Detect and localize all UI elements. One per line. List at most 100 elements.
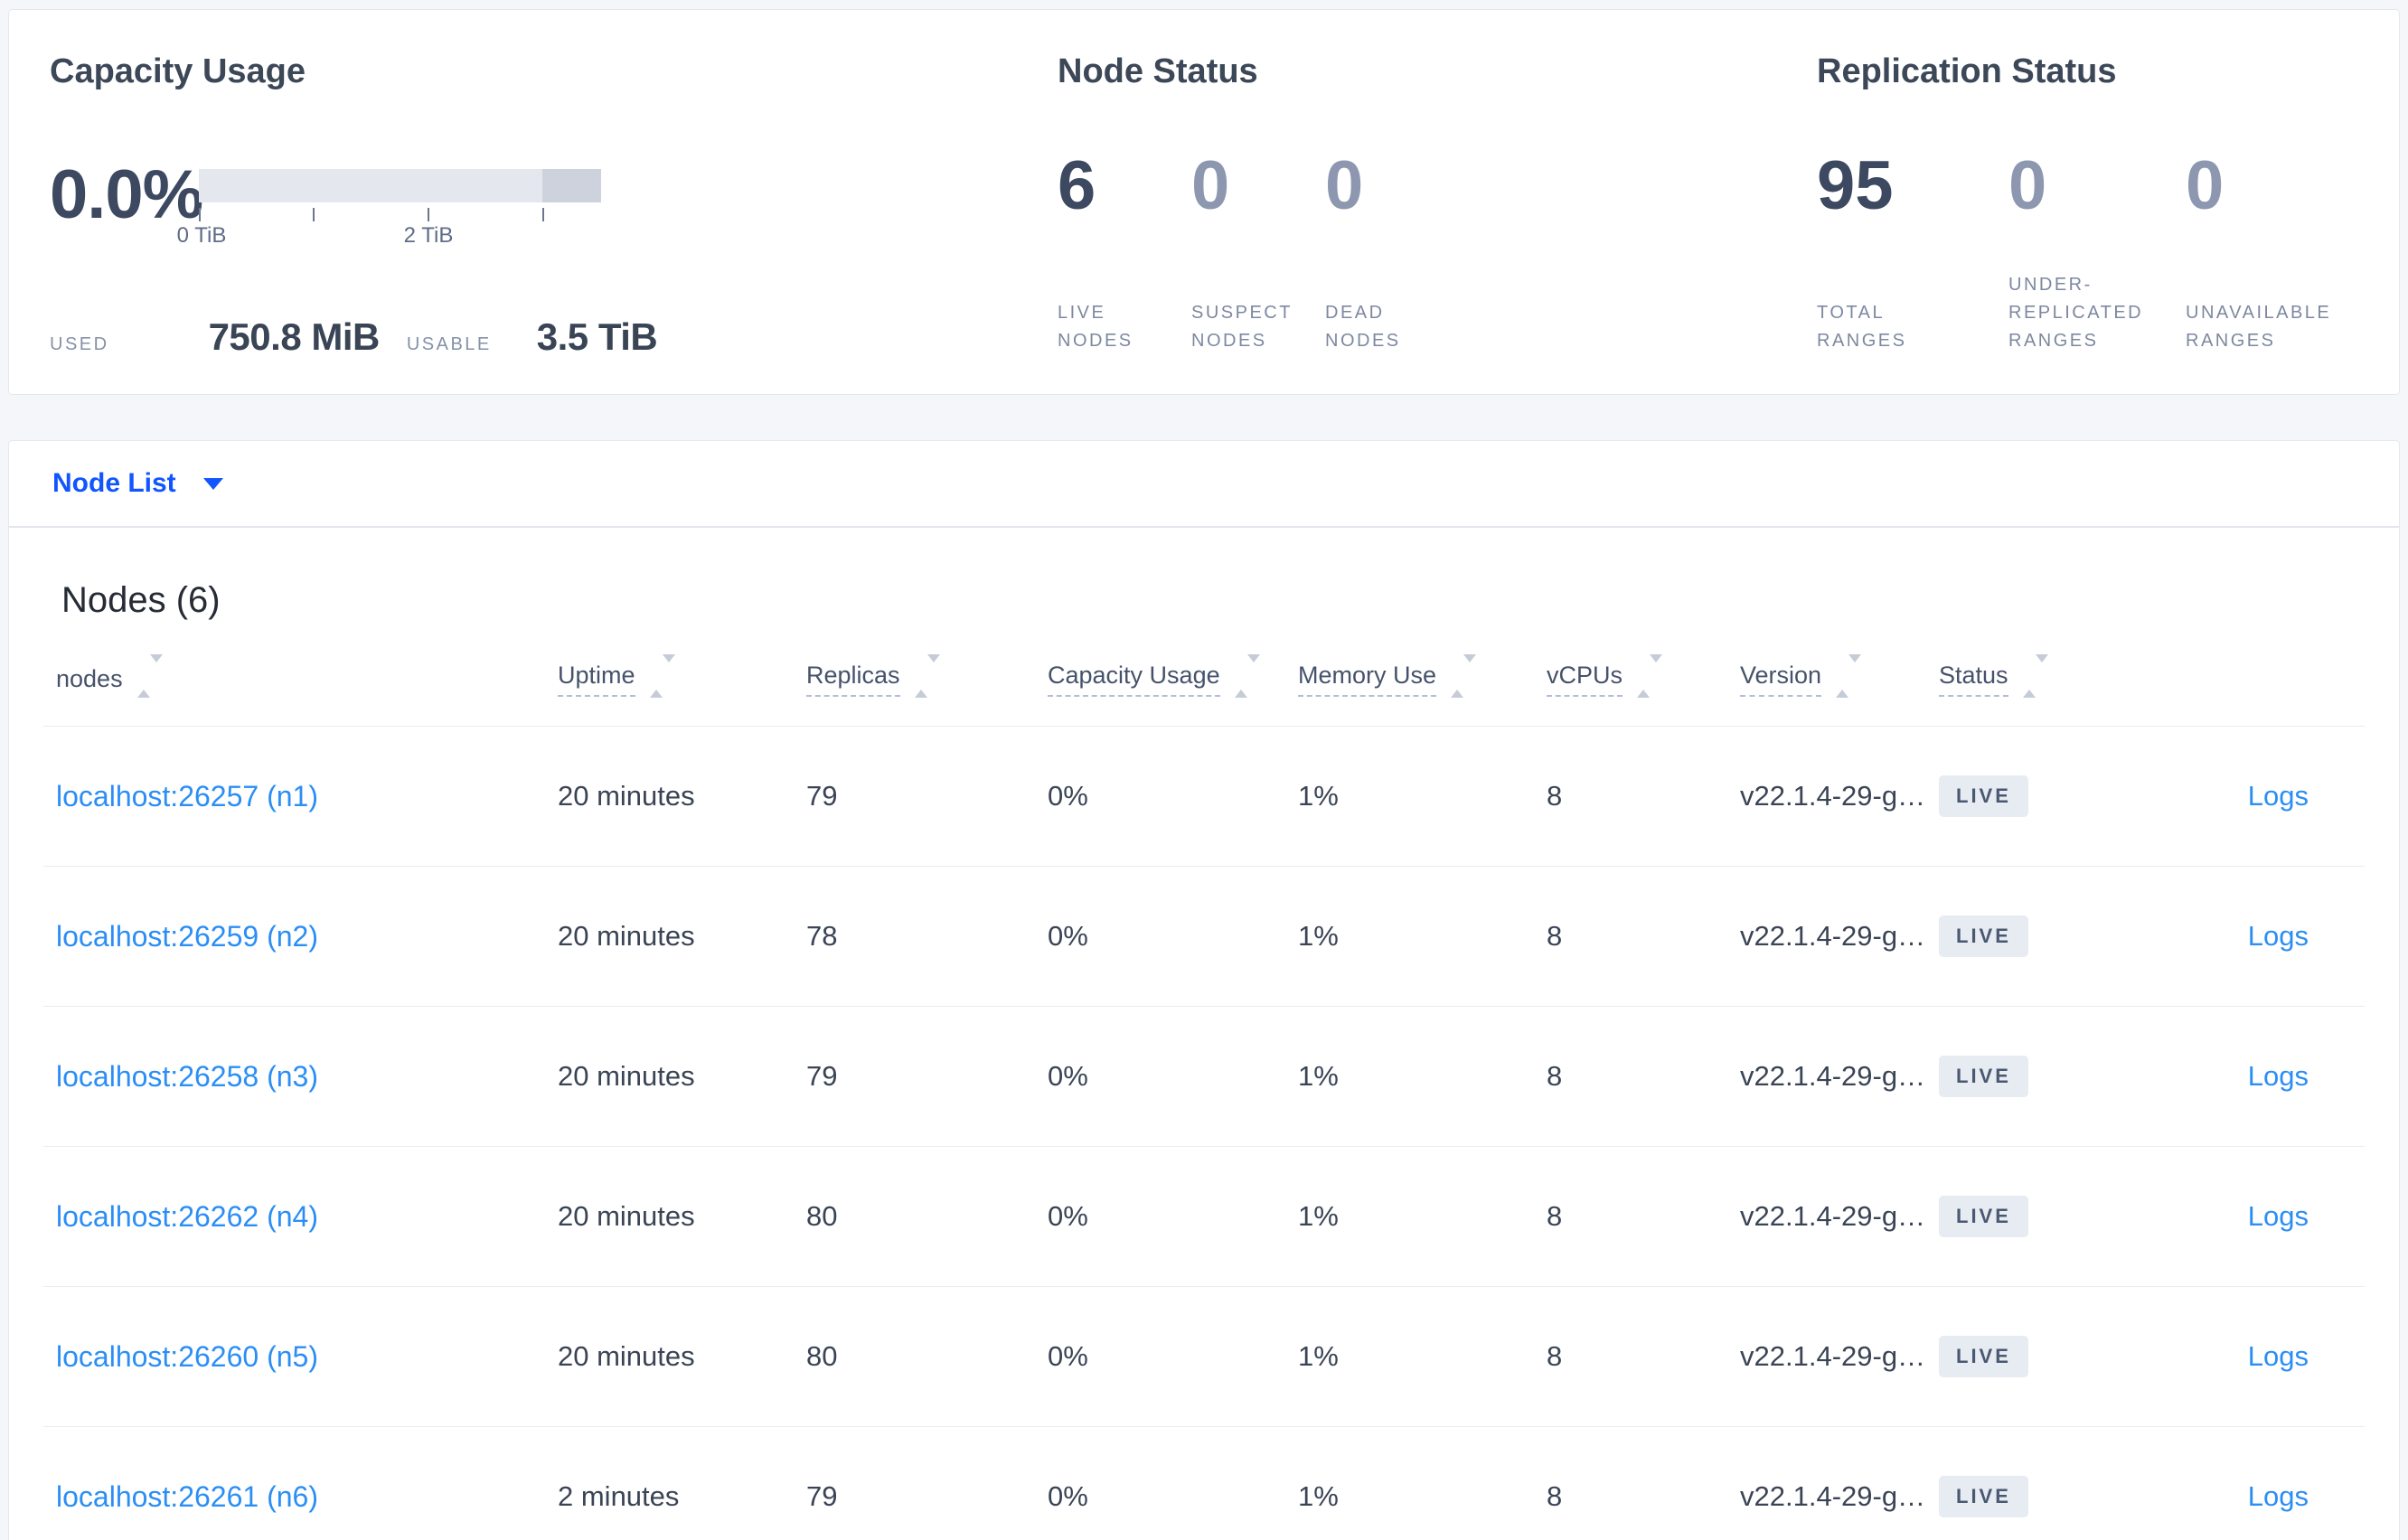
logs-link[interactable]: Logs <box>2248 1060 2309 1092</box>
unavailable-ranges-label: UNAVAILABLE RANGES <box>2186 303 2332 351</box>
memory-cell: 1% <box>1298 726 1547 867</box>
unavailable-ranges-value: 0 <box>2186 147 2225 224</box>
column-header-logs <box>2138 640 2365 727</box>
dead-nodes-stat: 0 DEAD NODES <box>1325 146 1459 355</box>
dead-nodes-label: DEAD NODES <box>1325 303 1401 351</box>
memory-cell: 1% <box>1298 1146 1547 1287</box>
version-cell: v22.1.4-29-g… <box>1740 1286 1939 1427</box>
node-address-link[interactable]: localhost:26259 (n2) <box>56 920 318 953</box>
table-row: localhost:26261 (n6) 2 minutes 79 0% 1% … <box>43 1426 2365 1540</box>
table-header-row: nodes Uptime Replicas Capacity Usage Mem… <box>43 640 2365 727</box>
cluster-overview-panel: Capacity Usage 0.0% 0 TiB 2 TiB USED 750… <box>8 9 2400 395</box>
total-ranges-label: TOTAL RANGES <box>1817 303 1907 351</box>
tick-label-0tib: 0 TiB <box>176 223 227 248</box>
vcpus-cell: 8 <box>1547 1426 1740 1540</box>
column-header-replicas[interactable]: Replicas <box>806 640 1048 727</box>
column-header-nodes[interactable]: nodes <box>43 640 558 727</box>
capacity-cell: 0% <box>1048 1146 1298 1287</box>
uptime-cell: 20 minutes <box>558 1006 806 1147</box>
node-list-dropdown[interactable]: Node List <box>52 468 223 499</box>
table-row: localhost:26258 (n3) 20 minutes 79 0% 1%… <box>43 1006 2365 1147</box>
capacity-cell: 0% <box>1048 726 1298 867</box>
table-row: localhost:26260 (n5) 20 minutes 80 0% 1%… <box>43 1286 2365 1427</box>
version-cell: v22.1.4-29-g… <box>1740 1426 1939 1540</box>
uptime-cell: 20 minutes <box>558 726 806 867</box>
column-header-capacity-usage[interactable]: Capacity Usage <box>1048 640 1298 727</box>
version-cell: v22.1.4-29-g… <box>1740 1006 1939 1147</box>
memory-cell: 1% <box>1298 1286 1547 1427</box>
sort-icon <box>1451 654 1477 698</box>
used-label: USED <box>50 334 109 354</box>
node-list-dropdown-label: Node List <box>52 468 176 498</box>
node-address-link[interactable]: localhost:26260 (n5) <box>56 1340 318 1373</box>
logs-link[interactable]: Logs <box>2248 1340 2309 1372</box>
replication-status-section: Replication Status 95 TOTAL RANGES 0 UND… <box>1817 51 2403 394</box>
logs-link[interactable]: Logs <box>2248 920 2309 952</box>
logs-link[interactable]: Logs <box>2248 780 2309 812</box>
column-header-version[interactable]: Version <box>1740 640 1939 727</box>
node-address-link[interactable]: localhost:26262 (n4) <box>56 1200 318 1233</box>
uptime-cell: 20 minutes <box>558 1146 806 1287</box>
under-replicated-ranges-stat: 0 UNDER-REPLICATED RANGES <box>2008 146 2186 355</box>
memory-cell: 1% <box>1298 1006 1547 1147</box>
memory-cell: 1% <box>1298 1426 1547 1540</box>
nodes-table-title: Nodes (6) <box>61 580 221 620</box>
column-header-memory-use[interactable]: Memory Use <box>1298 640 1547 727</box>
status-badge: LIVE <box>1939 1196 2028 1237</box>
uptime-cell: 20 minutes <box>558 1286 806 1427</box>
node-address-link[interactable]: localhost:26257 (n1) <box>56 780 318 812</box>
column-header-vcpus[interactable]: vCPUs <box>1547 640 1740 727</box>
status-badge: LIVE <box>1939 1056 2028 1097</box>
under-replicated-ranges-value: 0 <box>2008 147 2047 224</box>
table-row: localhost:26259 (n2) 20 minutes 78 0% 1%… <box>43 866 2365 1007</box>
live-nodes-label: LIVE NODES <box>1058 303 1133 351</box>
capacity-cell: 0% <box>1048 1426 1298 1540</box>
replicas-cell: 79 <box>806 726 1048 867</box>
version-cell: v22.1.4-29-g… <box>1740 1146 1939 1287</box>
node-address-link[interactable]: localhost:26261 (n6) <box>56 1480 318 1513</box>
capacity-usage-section: Capacity Usage 0.0% 0 TiB 2 TiB USED 750… <box>50 51 1058 394</box>
used-value: 750.8 MiB <box>208 315 381 358</box>
capacity-gauge-ticks <box>199 202 601 221</box>
node-address-link[interactable]: localhost:26258 (n3) <box>56 1060 318 1093</box>
capacity-gauge: 0 TiB 2 TiB <box>177 169 601 248</box>
chevron-down-icon <box>202 477 223 490</box>
sort-icon <box>1637 654 1663 698</box>
live-nodes-value: 6 <box>1058 147 1096 224</box>
node-status-title: Node Status <box>1058 52 1258 90</box>
sort-icon <box>649 654 675 698</box>
memory-cell: 1% <box>1298 866 1547 1007</box>
table-row: localhost:26262 (n4) 20 minutes 80 0% 1%… <box>43 1146 2365 1287</box>
capacity-gauge-end-segment <box>542 169 601 202</box>
total-ranges-value: 95 <box>1817 147 1894 224</box>
table-row: localhost:26257 (n1) 20 minutes 79 0% 1%… <box>43 726 2365 867</box>
usable-value: 3.5 TiB <box>536 315 658 358</box>
uptime-cell: 2 minutes <box>558 1426 806 1540</box>
dead-nodes-value: 0 <box>1325 147 1364 224</box>
status-badge: LIVE <box>1939 916 2028 957</box>
vcpus-cell: 8 <box>1547 1006 1740 1147</box>
replicas-cell: 79 <box>806 1006 1048 1147</box>
tick-label-2tib: 2 TiB <box>403 223 454 248</box>
vcpus-cell: 8 <box>1547 1286 1740 1427</box>
node-list-card: Node List Nodes (6) nodes Uptime Replica… <box>8 440 2400 1540</box>
version-cell: v22.1.4-29-g… <box>1740 726 1939 867</box>
logs-link[interactable]: Logs <box>2248 1200 2309 1232</box>
capacity-usage-title: Capacity Usage <box>50 52 306 90</box>
sort-icon <box>914 654 940 698</box>
sort-icon <box>136 654 163 698</box>
suspect-nodes-label: SUSPECT NODES <box>1191 303 1293 351</box>
column-header-status[interactable]: Status <box>1939 640 2138 727</box>
logs-link[interactable]: Logs <box>2248 1480 2309 1512</box>
replicas-cell: 80 <box>806 1146 1048 1287</box>
capacity-cell: 0% <box>1048 1286 1298 1427</box>
usable-label: USABLE <box>406 334 492 354</box>
under-replicated-ranges-label: UNDER-REPLICATED RANGES <box>2008 275 2144 351</box>
version-cell: v22.1.4-29-g… <box>1740 866 1939 1007</box>
unavailable-ranges-stat: 0 UNAVAILABLE RANGES <box>2186 146 2403 355</box>
suspect-nodes-value: 0 <box>1191 147 1230 224</box>
column-header-uptime[interactable]: Uptime <box>558 640 806 727</box>
capacity-gauge-track <box>199 169 542 202</box>
capacity-cell: 0% <box>1048 866 1298 1007</box>
status-badge: LIVE <box>1939 1476 2028 1517</box>
